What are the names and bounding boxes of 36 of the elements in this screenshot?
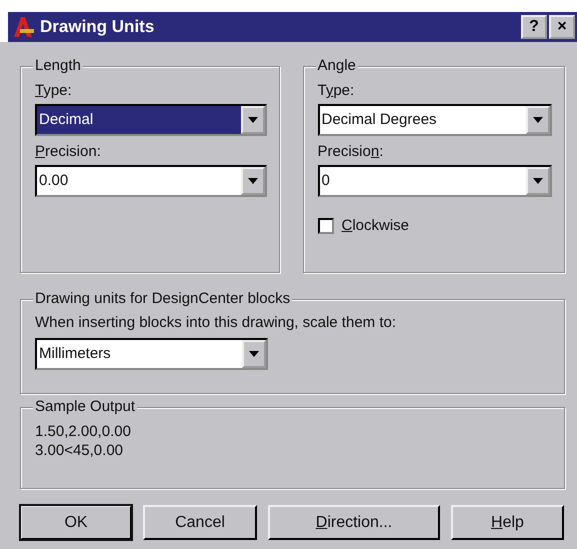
dialog-button[interactable]: Help [451, 505, 564, 540]
prompt-text: When inserting blocks into this drawing, scale them to: [35, 313, 398, 333]
window-title: Drawing Units [40, 16, 156, 38]
caret-icon [249, 351, 259, 357]
group-title: Angle [316, 56, 358, 76]
dropdown-button[interactable] [240, 167, 264, 195]
group-title: Length [33, 56, 83, 76]
field-label: Precision: [35, 142, 102, 162]
app-logo-icon [12, 16, 36, 38]
clockwise-checkbox[interactable] [318, 218, 334, 234]
dialog-button[interactable]: OK [20, 505, 132, 540]
dropdown-field[interactable]: 0 [318, 165, 552, 197]
dropdown-button[interactable] [242, 340, 266, 368]
caret-icon [533, 178, 543, 184]
help-button[interactable]: ? [521, 15, 547, 39]
dropdown-button[interactable] [526, 167, 550, 195]
sample-output-line: 1.50,2.00,0.00 [35, 422, 132, 441]
field-label: Type: [35, 81, 73, 101]
dropdown-button[interactable] [526, 106, 550, 134]
dropdown-field[interactable]: 0.00 [35, 165, 266, 197]
checkbox-label: Clockwise [342, 216, 410, 236]
caret-icon [533, 117, 543, 123]
dropdown-field[interactable]: Millimeters [35, 338, 268, 370]
field-label: Type: [318, 81, 356, 101]
sample-output-line: 3.00<45,0.00 [35, 441, 124, 460]
dialog-button[interactable]: Cancel [143, 505, 257, 540]
dropdown-field[interactable]: Decimal [35, 104, 266, 136]
dropdown-button[interactable] [240, 106, 264, 134]
field-label: Precision: [318, 142, 384, 162]
caret-icon [248, 117, 258, 123]
group-title: Drawing units for DesignCenter blocks [33, 289, 292, 309]
group-title: Sample Output [33, 397, 138, 417]
close-button[interactable]: × [549, 15, 575, 39]
dialog-button[interactable]: Direction... [268, 505, 440, 540]
caret-icon [248, 178, 258, 184]
dropdown-field[interactable]: Decimal Degrees [318, 104, 552, 136]
